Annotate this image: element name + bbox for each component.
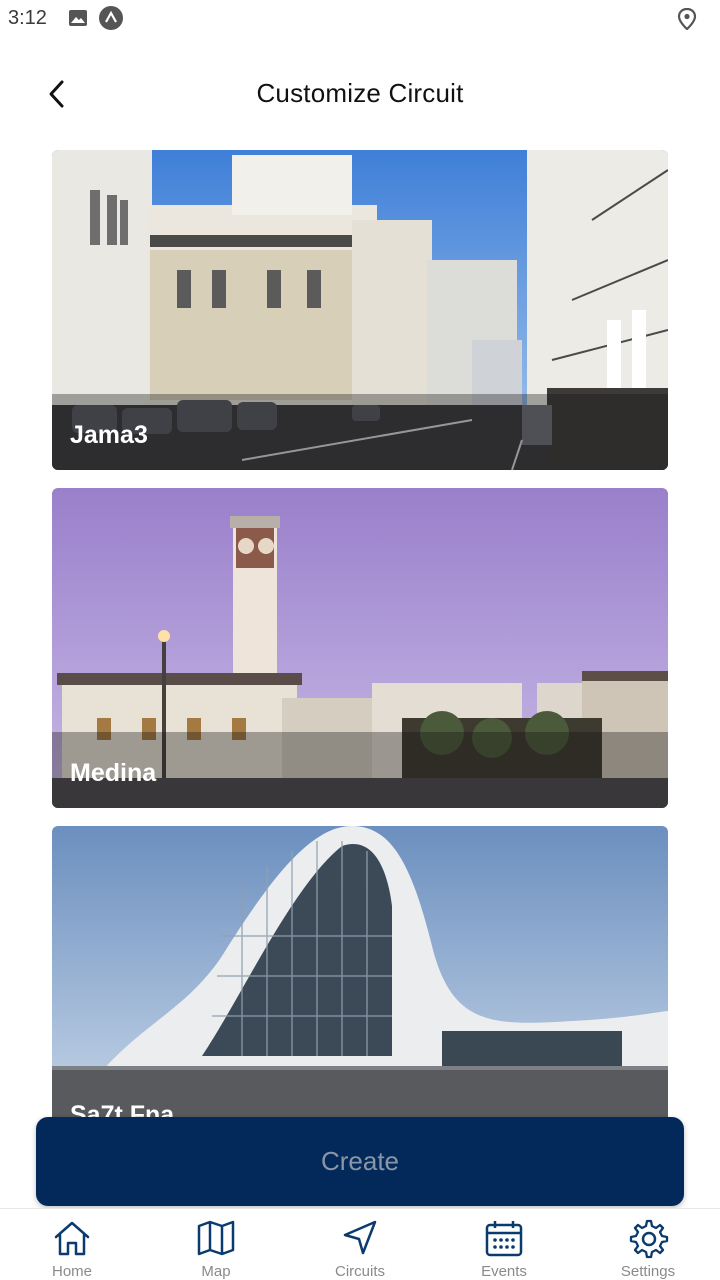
circuit-card-jama3[interactable]: Jama3	[52, 150, 668, 470]
status-bar: 3:12	[0, 0, 720, 38]
location-icon	[677, 7, 697, 35]
bottom-navigation: Home Map Circuits Events Settings	[0, 1208, 720, 1280]
navigation-arrow-icon	[343, 1220, 377, 1255]
image-icon	[68, 8, 88, 33]
app-notification-icon	[99, 6, 123, 35]
header: Customize Circuit	[0, 60, 720, 130]
circuit-card-medina[interactable]: Medina	[52, 488, 668, 808]
map-icon	[197, 1220, 235, 1256]
status-time: 3:12	[8, 7, 47, 29]
nav-label: Events	[481, 1263, 527, 1280]
create-button[interactable]: Create	[36, 1117, 684, 1206]
nav-label: Home	[51, 1263, 92, 1280]
calendar-icon	[485, 1221, 523, 1257]
nav-item-settings[interactable]: Settings	[576, 1209, 720, 1280]
nav-item-circuits[interactable]: Circuits	[288, 1209, 432, 1280]
home-icon	[54, 1221, 90, 1256]
nav-label: Map	[201, 1263, 231, 1280]
nav-label: Circuits	[334, 1263, 385, 1280]
circuit-label: Jama3	[70, 421, 148, 449]
nav-item-events[interactable]: Events	[432, 1209, 576, 1280]
nav-item-map[interactable]: Map	[144, 1209, 288, 1280]
gear-icon	[629, 1219, 669, 1259]
page-title: Customize Circuit	[256, 78, 464, 108]
nav-label: Settings	[620, 1263, 676, 1280]
circuit-card-sa7t-fna[interactable]: Sa7t Fna	[52, 826, 668, 1126]
circuit-label: Medina	[70, 759, 157, 787]
nav-item-home[interactable]: Home	[0, 1209, 144, 1280]
